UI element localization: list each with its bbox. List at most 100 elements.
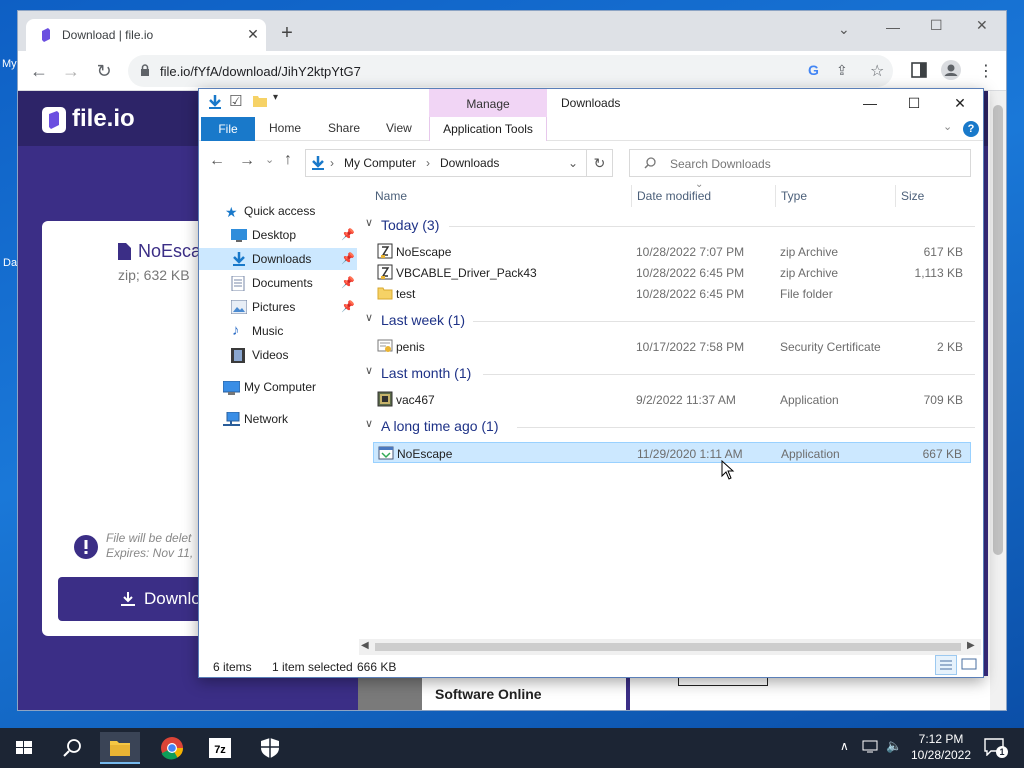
url-text[interactable]: file.io/fYfA/download/JihY2ktpYtG7 <box>160 64 361 79</box>
maximize-button[interactable]: ☐ <box>930 17 943 34</box>
column-divider[interactable] <box>631 185 632 207</box>
nav-item-quick-access[interactable]: ★ Quick access <box>199 200 357 222</box>
profile-avatar[interactable] <box>941 60 961 80</box>
bookmark-star-icon[interactable]: ☆ <box>870 61 884 81</box>
file-row[interactable]: VBCABLE_Driver_Pack43 10/28/2022 6:45 PM… <box>373 262 971 283</box>
fileio-logo-icon <box>42 107 66 133</box>
file-explorer-icon[interactable] <box>100 732 140 764</box>
details-view-button[interactable] <box>935 655 957 675</box>
breadcrumb-downloads[interactable]: Downloads <box>440 156 499 170</box>
nav-label: Downloads <box>252 252 312 266</box>
ribbon-tab-file[interactable]: File <box>201 117 255 141</box>
nav-item-desktop[interactable]: Desktop 📌 <box>199 224 357 246</box>
file-row[interactable]: vac467 9/2/2022 11:37 AM Application 709… <box>373 389 971 410</box>
ribbon-tab-home[interactable]: Home <box>269 121 301 135</box>
nav-item-downloads[interactable]: Downloads 📌 <box>199 248 357 270</box>
download-label: Downlo <box>144 589 201 608</box>
desktop-icon-label[interactable]: My <box>2 58 17 70</box>
nav-item-my-computer[interactable]: My Computer <box>199 376 357 398</box>
side-panel-icon[interactable] <box>911 62 927 78</box>
explorer-maximize-button[interactable]: ☐ <box>899 93 929 113</box>
explorer-forward-button[interactable]: → <box>239 152 255 170</box>
scrollbar-thumb[interactable] <box>993 105 1003 555</box>
volume-icon[interactable]: 🔈 <box>886 738 902 754</box>
new-tab-button[interactable]: + <box>276 23 298 45</box>
group-header[interactable]: ∨ Last week (1) <box>365 310 975 332</box>
explorer-minimize-button[interactable]: — <box>855 93 885 113</box>
nav-item-videos[interactable]: Videos <box>199 344 357 366</box>
column-header-size[interactable]: Size <box>901 189 924 203</box>
explorer-address-bar[interactable]: › My Computer › Downloads ⌄ <box>305 149 587 177</box>
nav-item-network[interactable]: Network <box>199 408 357 430</box>
quick-access-download-icon[interactable] <box>207 94 223 110</box>
file-row[interactable]: test 10/28/2022 6:45 PM File folder <box>373 283 971 304</box>
address-bar[interactable]: file.io/fYfA/download/JihY2ktpYtG7 G ⇪ ☆ <box>128 55 893 87</box>
column-divider[interactable] <box>895 185 896 207</box>
column-header-name[interactable]: Name <box>375 189 407 203</box>
reload-button[interactable]: ↻ <box>93 60 115 82</box>
collapse-chevron-icon: ∨ <box>365 418 374 430</box>
ribbon-tab-application-tools[interactable]: Application Tools <box>429 117 547 141</box>
group-header[interactable]: ∨ Today (3) <box>365 215 975 237</box>
group-header[interactable]: ∨ Last month (1) <box>365 363 975 385</box>
customize-toolbar-icon[interactable]: ▾ <box>273 92 278 103</box>
desktop-icon-label[interactable]: Da <box>3 257 17 269</box>
file-row[interactable]: penis 10/17/2022 7:58 PM Security Certif… <box>373 336 971 357</box>
close-window-button[interactable]: ✕ <box>976 17 988 34</box>
file-row-selected[interactable]: NoEscape 11/29/2020 1:11 AM Application … <box>373 442 971 463</box>
column-header-date[interactable]: Date modified <box>637 189 711 203</box>
file-row[interactable]: NoEscape 10/28/2022 7:07 PM zip Archive … <box>373 241 971 262</box>
explorer-back-button[interactable]: ← <box>209 152 225 170</box>
menu-dots-icon[interactable]: ⋮ <box>978 61 994 81</box>
search-placeholder: Search Downloads <box>670 157 771 171</box>
nav-item-pictures[interactable]: Pictures 📌 <box>199 296 357 318</box>
scroll-left-icon[interactable]: ◀ <box>361 640 369 651</box>
7zip-icon[interactable]: 7z <box>200 732 240 764</box>
tab-close-icon[interactable]: ✕ <box>244 25 262 43</box>
breadcrumb-my-computer[interactable]: My Computer <box>344 156 416 170</box>
column-header-type[interactable]: Type <box>781 189 807 203</box>
tab-search-icon[interactable]: ⌄ <box>838 21 850 38</box>
security-shield-icon[interactable] <box>250 732 290 764</box>
help-icon[interactable]: ? <box>963 121 979 137</box>
recent-locations-icon[interactable]: ⌄ <box>265 153 274 166</box>
expand-ribbon-icon[interactable]: ⌄ <box>943 120 952 133</box>
back-button[interactable]: ← <box>28 60 50 82</box>
ad-banner[interactable]: Software Online <box>358 676 988 710</box>
minimize-button[interactable]: — <box>886 19 900 35</box>
refresh-button[interactable]: ↻ <box>587 149 613 177</box>
nav-item-music[interactable]: ♪ Music <box>199 320 357 342</box>
google-lens-icon[interactable]: G <box>808 62 819 78</box>
nav-item-documents[interactable]: Documents 📌 <box>199 272 357 294</box>
ribbon-tab-share[interactable]: Share <box>328 121 360 135</box>
pin-icon: 📌 <box>341 229 355 241</box>
page-scrollbar[interactable] <box>990 91 1006 710</box>
chrome-icon[interactable] <box>152 732 192 764</box>
properties-icon[interactable]: ☑ <box>229 92 242 110</box>
lock-icon[interactable] <box>140 64 150 77</box>
fileio-logo-text[interactable]: file.io <box>72 105 135 133</box>
group-header[interactable]: ∨ A long time ago (1) <box>365 416 975 438</box>
system-clock[interactable]: 7:12 PM 10/28/2022 <box>908 731 974 763</box>
manage-tab[interactable]: Manage <box>429 89 547 117</box>
ribbon-tab-view[interactable]: View <box>386 121 412 135</box>
browser-tab[interactable]: Download | file.io ✕ <box>26 19 266 51</box>
new-folder-icon[interactable] <box>253 94 267 108</box>
explorer-close-button[interactable]: ✕ <box>945 93 975 113</box>
scroll-right-icon[interactable]: ▶ <box>967 640 975 651</box>
up-button[interactable]: ↑ <box>284 151 292 169</box>
ad-divider <box>626 676 630 710</box>
address-dropdown-icon[interactable]: ⌄ <box>568 156 578 170</box>
column-divider[interactable] <box>775 185 776 207</box>
file-explorer-window: ☑ ▾ Manage Downloads — ☐ ✕ File Home Sha… <box>198 88 984 678</box>
search-icon[interactable] <box>52 732 92 764</box>
horizontal-scrollbar[interactable]: ◀ ▶ <box>359 639 981 655</box>
forward-button[interactable]: → <box>60 60 82 82</box>
scrollbar-thumb[interactable] <box>375 643 961 651</box>
large-icons-view-button[interactable] <box>961 657 977 671</box>
start-icon[interactable] <box>4 732 44 764</box>
network-status-icon[interactable] <box>862 739 878 753</box>
show-hidden-icons-icon[interactable]: ∧ <box>840 739 849 753</box>
explorer-search-box[interactable]: Search Downloads <box>629 149 971 177</box>
share-icon[interactable]: ⇪ <box>836 62 848 79</box>
